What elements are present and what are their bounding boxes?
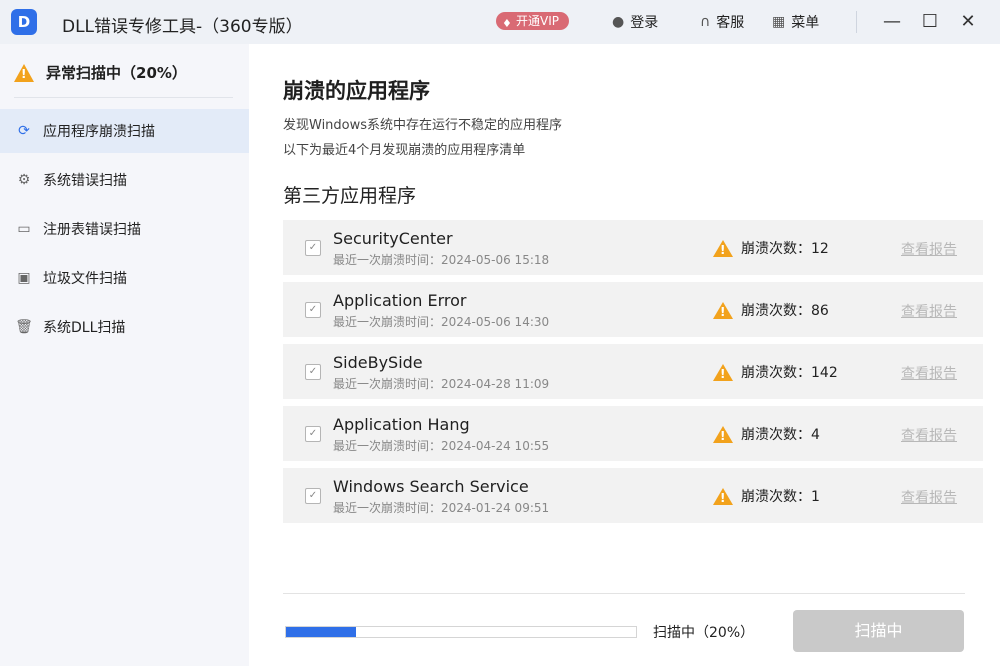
sidebar-item-label: 垃圾文件扫描 [43, 268, 127, 288]
crash-count-label: 崩溃次数：1 [741, 486, 820, 506]
scan-status-label: 异常扫描中（20%） [46, 62, 187, 83]
warning-icon [713, 364, 733, 381]
login-label: 登录 [630, 12, 658, 32]
sidebar-item-label: 应用程序崩溃扫描 [43, 121, 155, 141]
crash-time: 最近一次崩溃时间：2024-01-24 09:51 [333, 499, 549, 516]
row-checkbox[interactable]: ✓ [305, 364, 321, 380]
menu-button[interactable]: ▦ 菜单 [772, 12, 819, 32]
crash-app-row: ✓ SecurityCenter 最近一次崩溃时间：2024-05-06 15:… [283, 220, 983, 275]
app-name: Application Hang [333, 415, 470, 434]
crash-app-row: ✓ Windows Search Service 最近一次崩溃时间：2024-0… [283, 468, 983, 523]
crash-time: 最近一次崩溃时间：2024-05-06 14:30 [333, 313, 549, 330]
vip-label: 开通VIP [516, 14, 559, 28]
menu-label: 菜单 [791, 12, 819, 32]
warning-icon [713, 488, 733, 505]
scan-button[interactable]: 扫描中 [793, 610, 964, 652]
description-line-2: 以下为最近4个月发现崩溃的应用程序清单 [283, 139, 525, 158]
crash-app-row: ✓ Application Hang 最近一次崩溃时间：2024-04-24 1… [283, 406, 983, 461]
warning-icon [713, 302, 733, 319]
crash-count-label: 崩溃次数：12 [741, 238, 829, 258]
gem-icon: ♦ [502, 15, 512, 33]
row-checkbox[interactable]: ✓ [305, 302, 321, 318]
footer-divider [283, 593, 965, 594]
sidebar-item-app-crash-scan[interactable]: ⟳ 应用程序崩溃扫描 [0, 109, 249, 153]
warning-icon [713, 240, 733, 257]
warning-icon [14, 64, 34, 82]
registry-icon: ▭ [14, 221, 34, 237]
sidebar-item-system-error-scan[interactable]: ⚙ 系统错误扫描 [0, 158, 249, 202]
crash-count-label: 崩溃次数：142 [741, 362, 838, 382]
sidebar-item-label: 注册表错误扫描 [43, 219, 141, 239]
view-report-link[interactable]: 查看报告 [901, 239, 957, 259]
sidebar-item-junk-files-scan[interactable]: ▣ 垃圾文件扫描 [0, 256, 249, 300]
user-icon: ● [612, 14, 624, 30]
refresh-icon: ⟳ [14, 123, 34, 139]
maximize-button[interactable]: ☐ [916, 9, 944, 35]
login-button[interactable]: ● 登录 [612, 12, 658, 32]
sidebar: 异常扫描中（20%） ⟳ 应用程序崩溃扫描 ⚙ 系统错误扫描 ▭ 注册表错误扫描… [0, 44, 249, 666]
section-title: 第三方应用程序 [283, 181, 416, 208]
trash-icon: 🗑 [14, 319, 34, 335]
view-report-link[interactable]: 查看报告 [901, 301, 957, 321]
app-name: SecurityCenter [333, 229, 453, 248]
app-title: DLL错误专修工具-（360专版） [62, 12, 303, 37]
minimize-button[interactable]: — [878, 9, 906, 35]
service-button[interactable]: ∩ 客服 [700, 12, 744, 32]
crash-count: 崩溃次数：1 [713, 486, 820, 506]
sidebar-item-label: 系统错误扫描 [43, 170, 127, 190]
app-name: Application Error [333, 291, 466, 310]
sidebar-item-dll-scan[interactable]: 🗑 系统DLL扫描 [0, 305, 249, 349]
grid-icon: ▦ [772, 14, 785, 30]
view-report-link[interactable]: 查看报告 [901, 487, 957, 507]
view-report-link[interactable]: 查看报告 [901, 425, 957, 445]
scan-progress-fill [286, 627, 356, 637]
crash-count: 崩溃次数：4 [713, 424, 820, 444]
scan-status: 异常扫描中（20%） [14, 62, 187, 83]
scan-progress-bar [285, 626, 637, 638]
sidebar-item-registry-scan[interactable]: ▭ 注册表错误扫描 [0, 207, 249, 251]
app-logo-icon: D [11, 9, 37, 35]
crash-count: 崩溃次数：142 [713, 362, 838, 382]
crash-time: 最近一次崩溃时间：2024-04-24 10:55 [333, 437, 549, 454]
view-report-link[interactable]: 查看报告 [901, 363, 957, 383]
gear-icon: ⚙ [14, 172, 34, 188]
crash-time: 最近一次崩溃时间：2024-05-06 15:18 [333, 251, 549, 268]
main-panel: 崩溃的应用程序 发现Windows系统中存在运行不稳定的应用程序 以下为最近4个… [249, 44, 1000, 666]
description-line-1: 发现Windows系统中存在运行不稳定的应用程序 [283, 114, 562, 133]
row-checkbox[interactable]: ✓ [305, 240, 321, 256]
page-title: 崩溃的应用程序 [283, 75, 430, 105]
crash-app-row: ✓ SideBySide 最近一次崩溃时间：2024-04-28 11:09 崩… [283, 344, 983, 399]
close-button[interactable]: ✕ [954, 9, 982, 35]
crash-count-label: 崩溃次数：86 [741, 300, 829, 320]
scan-progress-label: 扫描中（20%） [653, 622, 754, 642]
titlebar-divider [856, 11, 857, 33]
app-name: SideBySide [333, 353, 423, 372]
headset-icon: ∩ [700, 14, 710, 30]
vip-button[interactable]: ♦ 开通VIP [496, 12, 569, 30]
service-label: 客服 [716, 12, 744, 32]
crash-count: 崩溃次数：86 [713, 300, 829, 320]
crash-time: 最近一次崩溃时间：2024-04-28 11:09 [333, 375, 549, 392]
warning-icon [713, 426, 733, 443]
crash-count-label: 崩溃次数：4 [741, 424, 820, 444]
crash-app-row: ✓ Application Error 最近一次崩溃时间：2024-05-06 … [283, 282, 983, 337]
sidebar-item-label: 系统DLL扫描 [43, 317, 125, 337]
crash-count: 崩溃次数：12 [713, 238, 829, 258]
title-bar: D DLL错误专修工具-（360专版） ♦ 开通VIP ● 登录 ∩ 客服 ▦ … [0, 0, 1000, 44]
junk-files-icon: ▣ [14, 270, 34, 286]
app-name: Windows Search Service [333, 477, 529, 496]
sidebar-divider [14, 97, 233, 98]
row-checkbox[interactable]: ✓ [305, 426, 321, 442]
row-checkbox[interactable]: ✓ [305, 488, 321, 504]
